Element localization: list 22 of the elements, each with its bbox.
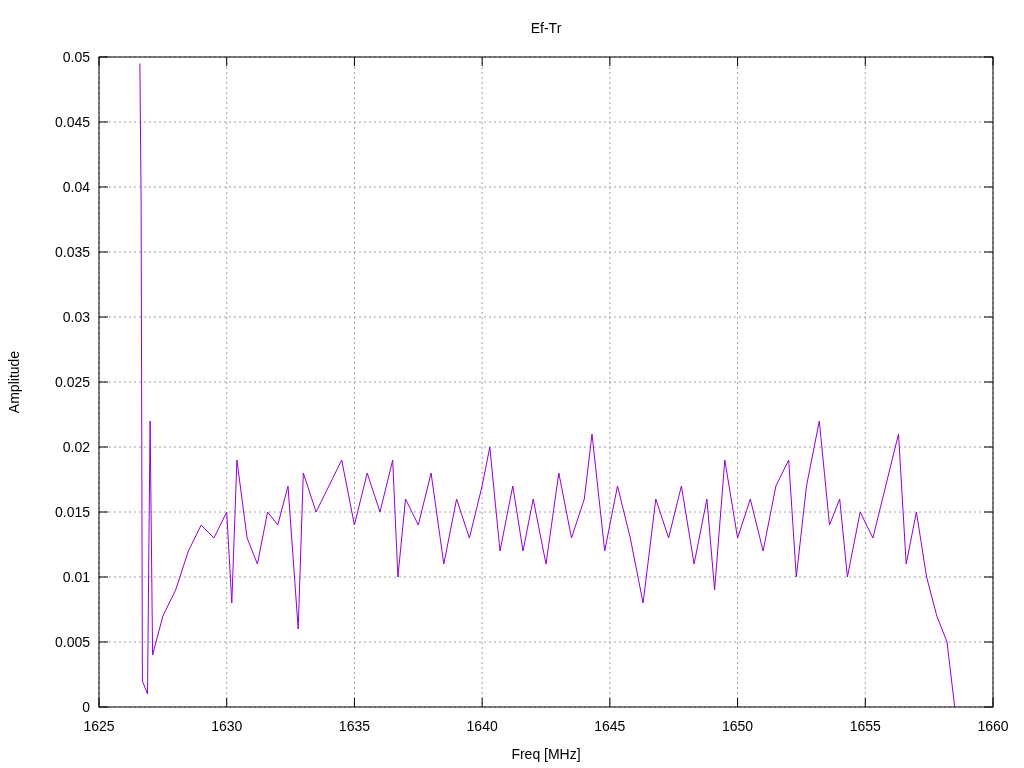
x-tick-label: 1660	[977, 718, 1009, 734]
x-tick-label: 1640	[466, 718, 498, 734]
y-tick-label: 0.045	[54, 114, 90, 130]
x-tick-label: 1625	[83, 718, 115, 734]
chart-title: Ef-Tr	[530, 20, 562, 36]
x-tick-label: 1645	[594, 718, 626, 734]
x-tick-label: 1635	[338, 718, 370, 734]
y-tick-label: 0.04	[62, 179, 90, 195]
x-axis-title: Freq [MHz]	[511, 746, 581, 762]
y-tick-label: 0.01	[62, 569, 90, 585]
x-tick-label: 1650	[722, 718, 754, 734]
y-tick-label: 0	[82, 699, 90, 715]
y-tick-label: 0.005	[54, 634, 90, 650]
y-tick-label: 0.035	[54, 244, 90, 260]
y-axis-title: Amplitude	[6, 350, 22, 414]
y-tick-label: 0.015	[54, 504, 90, 520]
y-tick-label: 0.02	[62, 439, 90, 455]
x-tick-label: 1630	[211, 718, 243, 734]
y-tick-label: 0.05	[62, 49, 90, 65]
y-tick-label: 0.025	[54, 374, 90, 390]
x-tick-label: 1655	[849, 718, 881, 734]
y-tick-label: 0.03	[62, 309, 90, 325]
